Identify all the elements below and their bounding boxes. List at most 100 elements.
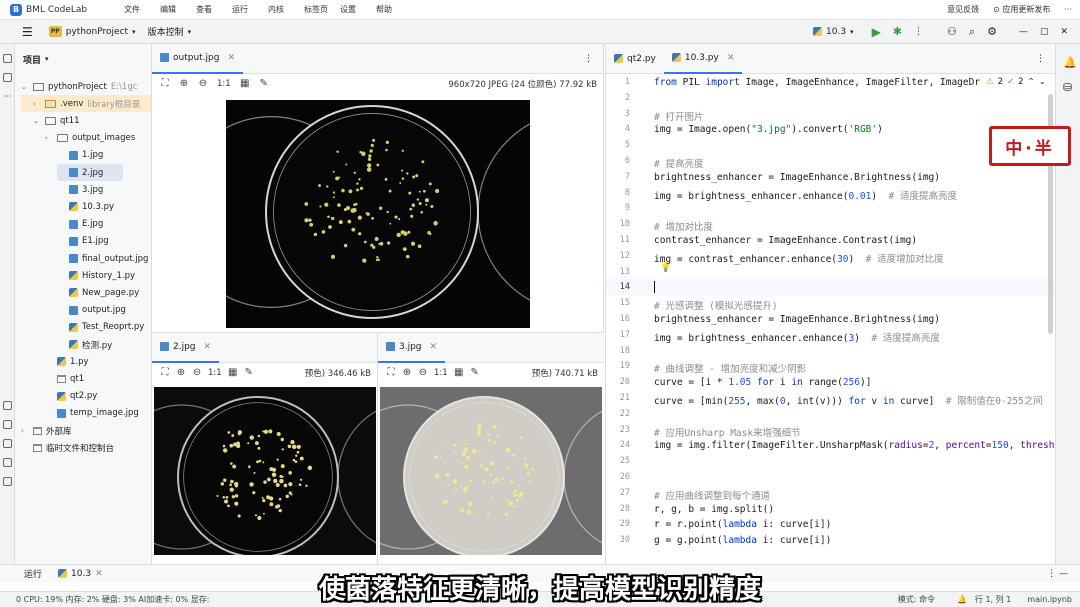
grid-icon[interactable]: ▦ <box>240 79 250 89</box>
tree-item[interactable]: 3.jpg <box>57 181 103 198</box>
color-picker-icon[interactable]: ✎ <box>470 368 480 378</box>
run-config-selector[interactable]: 10.3 ▾ <box>807 25 860 39</box>
menu-help[interactable]: 帮助 <box>376 4 412 15</box>
code-line[interactable]: r, g, b = img.split() <box>654 504 774 515</box>
code-line[interactable]: # 应用曲线调整到每个通道 <box>654 488 770 502</box>
tree-item[interactable]: New_page.py <box>57 284 139 301</box>
python-console-icon[interactable] <box>3 401 12 410</box>
structure-tool-icon[interactable] <box>3 73 12 82</box>
debug-icon[interactable]: ✱ <box>893 25 902 38</box>
tree-item[interactable]: 1.py <box>45 353 89 370</box>
tree-item[interactable]: 2.jpg <box>57 164 124 181</box>
chevron-up-icon[interactable]: ⌃ <box>1028 77 1035 87</box>
actual-size-button[interactable]: 1:1 <box>208 368 222 378</box>
code-line[interactable]: brightness_enhancer = ImageEnhance.Brigh… <box>654 172 940 183</box>
tree-item[interactable]: ⌄ qt11 <box>33 112 80 129</box>
actual-size-button[interactable]: 1:1 <box>434 368 448 378</box>
zoom-in-icon[interactable]: ⊕ <box>179 79 189 89</box>
chevron-icon[interactable]: ⌄ <box>33 117 41 125</box>
tree-item[interactable]: temp_image.jpg <box>45 405 139 422</box>
project-selector[interactable]: PP pythonProject ▾ <box>43 24 142 39</box>
code-line[interactable]: curve = [min(255, max(0, int(v))) for v … <box>654 393 1043 407</box>
zoom-in-icon[interactable]: ⊕ <box>176 368 186 378</box>
zoom-out-icon[interactable]: ⊖ <box>192 368 202 378</box>
maximize-icon[interactable]: ▢ <box>1040 27 1049 37</box>
project-panel-header[interactable]: 项目 ▾ <box>15 44 151 74</box>
project-tool-icon[interactable] <box>3 54 12 63</box>
tab-2-jpg[interactable]: 2.jpg ✕ <box>152 333 220 363</box>
close-icon[interactable]: ✕ <box>1060 27 1068 37</box>
close-icon[interactable]: ✕ <box>430 342 438 352</box>
code-line[interactable]: img = brightness_enhancer.enhance(0.01) … <box>654 188 957 202</box>
chevron-icon[interactable]: › <box>33 100 41 108</box>
code-line[interactable]: curve = [i * 1.05 for i in range(256)] <box>654 377 871 388</box>
menu-edit[interactable]: 编辑 <box>160 4 196 15</box>
git-icon[interactable] <box>3 477 12 486</box>
run-icon[interactable]: ▶ <box>872 25 881 39</box>
tree-item[interactable]: Test_Reoprt.py <box>57 319 144 336</box>
tree-item[interactable]: qt2.py <box>45 388 97 405</box>
menu-file[interactable]: 文件 <box>124 4 160 15</box>
tab-10-3-py[interactable]: 10.3.py ✕ <box>663 44 743 74</box>
chevron-icon[interactable]: › <box>45 134 53 142</box>
more-actions-icon[interactable]: ⋮ <box>914 27 923 37</box>
more-icon[interactable]: ⋮ <box>1036 54 1045 64</box>
feedback-link[interactable]: 意见反馈 <box>947 4 979 15</box>
grid-icon[interactable]: ▦ <box>454 368 464 378</box>
search-icon[interactable]: ⌕ <box>969 25 975 39</box>
tab-3-jpg[interactable]: 3.jpg ✕ <box>378 333 446 363</box>
code-line[interactable]: contrast_enhancer = ImageEnhance.Contras… <box>654 235 917 246</box>
fit-screen-icon[interactable]: ⛶ <box>160 79 170 89</box>
code-line[interactable]: # 提高亮度 <box>654 156 703 170</box>
tree-item[interactable]: 1.jpg <box>57 147 103 164</box>
terminal-icon[interactable] <box>3 439 12 448</box>
menu-run[interactable]: 运行 <box>232 4 268 15</box>
chevron-icon[interactable]: › <box>21 427 29 435</box>
more-tools-icon[interactable]: ··· <box>3 92 12 101</box>
color-picker-icon[interactable]: ✎ <box>259 79 269 89</box>
services-icon[interactable] <box>3 420 12 429</box>
vcs-selector[interactable]: 版本控制 ▾ <box>142 23 198 40</box>
grid-icon[interactable]: ▦ <box>228 368 238 378</box>
code-line[interactable]: img = contrast_enhancer.enhance(30) # 适度… <box>654 251 944 265</box>
code-line[interactable]: brightness_enhancer = ImageEnhance.Brigh… <box>654 314 940 325</box>
notifications-icon[interactable]: 🔔 <box>1063 56 1077 69</box>
actual-size-button[interactable]: 1:1 <box>217 79 231 89</box>
tree-item[interactable]: E.jpg <box>57 216 103 233</box>
more-icon[interactable]: ⋮ <box>584 54 593 64</box>
zoom-in-icon[interactable]: ⊕ <box>402 368 412 378</box>
chevron-icon[interactable]: ⌄ <box>21 83 29 91</box>
code-line[interactable]: # 打开图片 <box>654 109 703 123</box>
gear-icon[interactable]: ⚙ <box>987 25 997 38</box>
tree-item[interactable]: E1.jpg <box>57 233 109 250</box>
code-line[interactable]: g = g.point(lambda i: curve[i]) <box>654 535 831 546</box>
menu-tabs[interactable]: 标签页 <box>304 4 340 15</box>
tree-item[interactable]: qt1 <box>45 370 84 387</box>
close-icon[interactable]: ✕ <box>727 53 735 63</box>
code-line[interactable]: img = Image.open("3.jpg").convert('RGB') <box>654 124 883 135</box>
tree-item[interactable]: 检测.py <box>57 336 112 353</box>
tab-qt2-py[interactable]: qt2.py <box>606 44 664 74</box>
minimize-icon[interactable]: — <box>1019 27 1028 37</box>
tree-item[interactable]: › .venv library根目录 <box>21 95 151 113</box>
hamburger-menu-icon[interactable]: ☰ <box>22 25 33 39</box>
fit-screen-icon[interactable]: ⛶ <box>386 368 396 378</box>
inspection-widget[interactable]: ⚠ 2 ✓ 2 ⌃ ⌄ <box>982 77 1046 87</box>
tab-output-jpg[interactable]: output.jpg ✕ <box>152 44 244 74</box>
menu-view[interactable]: 查看 <box>196 4 232 15</box>
code-line[interactable]: from PIL import Image, ImageEnhance, Ima… <box>654 77 980 88</box>
code-line[interactable]: # 光感调整 (模拟光感提升) <box>654 298 778 312</box>
tree-item[interactable]: final_output.jpg <box>57 250 148 267</box>
update-link[interactable]: ⊙ 应用更新发布 <box>993 4 1050 15</box>
tree-item[interactable]: 10.3.py <box>57 198 114 215</box>
color-picker-icon[interactable]: ✎ <box>244 368 254 378</box>
code-line[interactable]: # 曲线调整 - 增加亮度和减少阴影 <box>654 361 806 375</box>
menu-kernel[interactable]: 内核 <box>268 4 304 15</box>
code-line[interactable]: r = r.point(lambda i: curve[i]) <box>654 519 831 530</box>
tree-item[interactable]: 临时文件和控制台 <box>21 439 114 456</box>
database-icon[interactable]: ⛁ <box>1063 81 1073 94</box>
problems-icon[interactable] <box>3 458 12 467</box>
chevron-down-icon[interactable]: ⌄ <box>1039 77 1046 87</box>
zoom-out-icon[interactable]: ⊖ <box>418 368 428 378</box>
more-menu-icon[interactable]: ··· <box>1064 5 1072 14</box>
